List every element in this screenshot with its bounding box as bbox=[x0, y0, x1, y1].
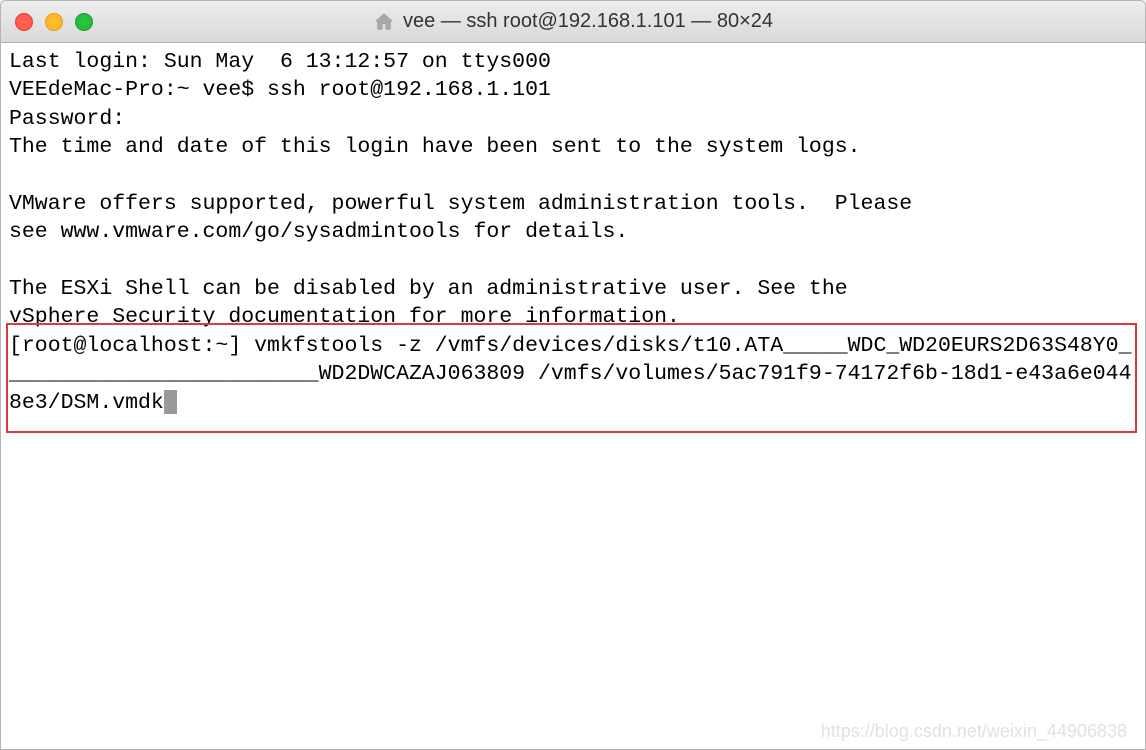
terminal-line: [root@localhost:~] vmkfstools -z /vmfs/d… bbox=[9, 334, 1131, 415]
terminal-line: Password: bbox=[9, 107, 125, 131]
terminal-line: VMware offers supported, powerful system… bbox=[9, 192, 912, 216]
window-title: vee — ssh root@192.168.1.101 — 80×24 bbox=[403, 10, 773, 33]
terminal-window: vee — ssh root@192.168.1.101 — 80×24 Las… bbox=[0, 0, 1146, 750]
minimize-button[interactable] bbox=[45, 13, 63, 31]
titlebar[interactable]: vee — ssh root@192.168.1.101 — 80×24 bbox=[1, 1, 1145, 43]
cursor bbox=[164, 390, 177, 414]
maximize-button[interactable] bbox=[75, 13, 93, 31]
terminal-line: The time and date of this login have bee… bbox=[9, 135, 861, 159]
terminal-line: The ESXi Shell can be disabled by an adm… bbox=[9, 277, 848, 301]
terminal-line: Last login: Sun May 6 13:12:57 on ttys00… bbox=[9, 50, 551, 74]
title-content: vee — ssh root@192.168.1.101 — 80×24 bbox=[373, 10, 773, 33]
close-button[interactable] bbox=[15, 13, 33, 31]
home-icon bbox=[373, 11, 395, 33]
terminal-line: VEEdeMac-Pro:~ vee$ ssh root@192.168.1.1… bbox=[9, 78, 551, 102]
watermark: https://blog.csdn.net/weixin_44906838 bbox=[821, 720, 1127, 744]
terminal-line: vSphere Security documentation for more … bbox=[9, 305, 680, 329]
terminal-line: see www.vmware.com/go/sysadmintools for … bbox=[9, 220, 628, 244]
terminal-body[interactable]: Last login: Sun May 6 13:12:57 on ttys00… bbox=[1, 43, 1145, 749]
traffic-lights bbox=[15, 13, 93, 31]
